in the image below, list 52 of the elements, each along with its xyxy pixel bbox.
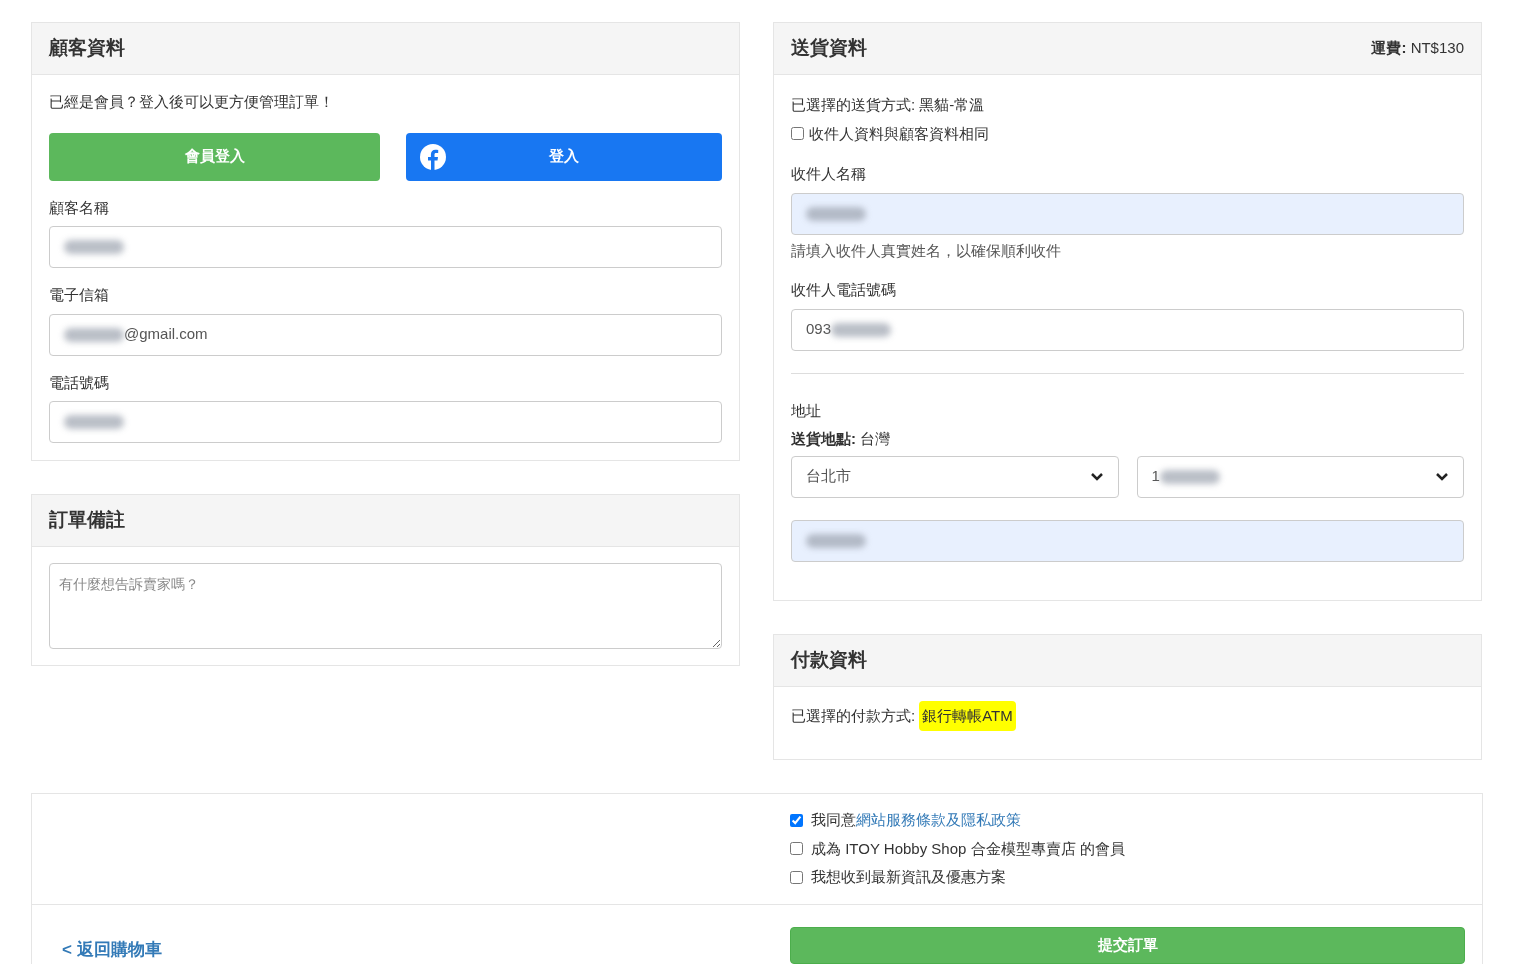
panel-title: 付款資料 (791, 647, 867, 672)
redacted-value (64, 327, 124, 342)
panel-title: 送貨資料 (791, 36, 867, 61)
panel-title: 顧客資料 (49, 36, 125, 61)
redacted-value (806, 533, 866, 548)
input-field[interactable] (791, 519, 1464, 562)
field-label: 顧客名稱 (49, 197, 110, 218)
input-field[interactable] (49, 226, 722, 268)
facebook-icon (419, 142, 447, 171)
field-label: 電子信箱 (49, 285, 110, 305)
checkbox-label: 收件人資料與顧客資料相同 (809, 123, 989, 144)
panel-title: 訂單備註 (49, 508, 125, 533)
payment-method-label: 已選擇的付款方式: (791, 705, 916, 726)
field-label: 地址 (791, 400, 822, 421)
payment-method: 銀行轉帳ATM (919, 700, 1016, 731)
submit-order-button[interactable]: 提交訂單 (790, 926, 1465, 964)
facebook-login-button[interactable]: 登入 (406, 132, 722, 181)
chevron-down-icon (1089, 471, 1104, 482)
checkbox[interactable] (790, 813, 803, 827)
checkbox[interactable] (791, 127, 804, 141)
terms-link[interactable]: 網站服務條款及隱私政策 (856, 811, 1021, 828)
checkbox-label: 成為 ITOY Hobby Shop 合金模型專賣店 的會員 (811, 838, 1125, 859)
district-select[interactable]: 1 (1136, 455, 1464, 498)
field-value: @gmail.com (124, 324, 208, 345)
delivery-location: 送貨地點: 台灣 (791, 429, 892, 449)
redacted-value (64, 240, 124, 254)
field-label: 收件人電話號碼 (791, 280, 897, 300)
redacted-value (1159, 469, 1220, 484)
checkbox-label: 我同意網站服務條款及隱私政策 (811, 810, 1021, 830)
input-field[interactable] (791, 192, 1464, 235)
member-login-button[interactable]: 會員登入 (49, 132, 380, 181)
redacted-value (806, 206, 866, 221)
input-field[interactable]: 093 (791, 308, 1464, 351)
redacted-value (831, 322, 892, 337)
field-label: 收件人名稱 (791, 164, 867, 184)
field-hint: 請填入收件人真實姓名，以確保順利收件 (791, 240, 1062, 261)
notes-textarea[interactable]: 有什麼想告訴賣家嗎？ (49, 563, 722, 649)
checkbox-label: 我想收到最新資訊及優惠方案 (811, 867, 1006, 887)
back-to-cart-link[interactable]: < 返回購物車 (62, 937, 790, 963)
field-label: 電話號碼 (49, 372, 110, 393)
login-prompt: 已經是會員？登入後可以更方便管理訂單！ (49, 92, 335, 112)
checkbox[interactable] (790, 870, 803, 884)
checkbox[interactable] (790, 842, 803, 856)
input-field[interactable] (49, 401, 722, 443)
input-field[interactable]: @gmail.com (49, 313, 722, 356)
chevron-down-icon (1435, 471, 1449, 482)
city-select[interactable]: 台北市 (791, 455, 1119, 498)
shipping-fee: 運費: NT$130 (1371, 38, 1464, 59)
field-value: 1 (1151, 466, 1160, 487)
field-value: 093 (806, 319, 832, 340)
shipping-method: 已選擇的送貨方式: 黑貓-常溫 (791, 95, 986, 115)
redacted-value (64, 415, 124, 429)
